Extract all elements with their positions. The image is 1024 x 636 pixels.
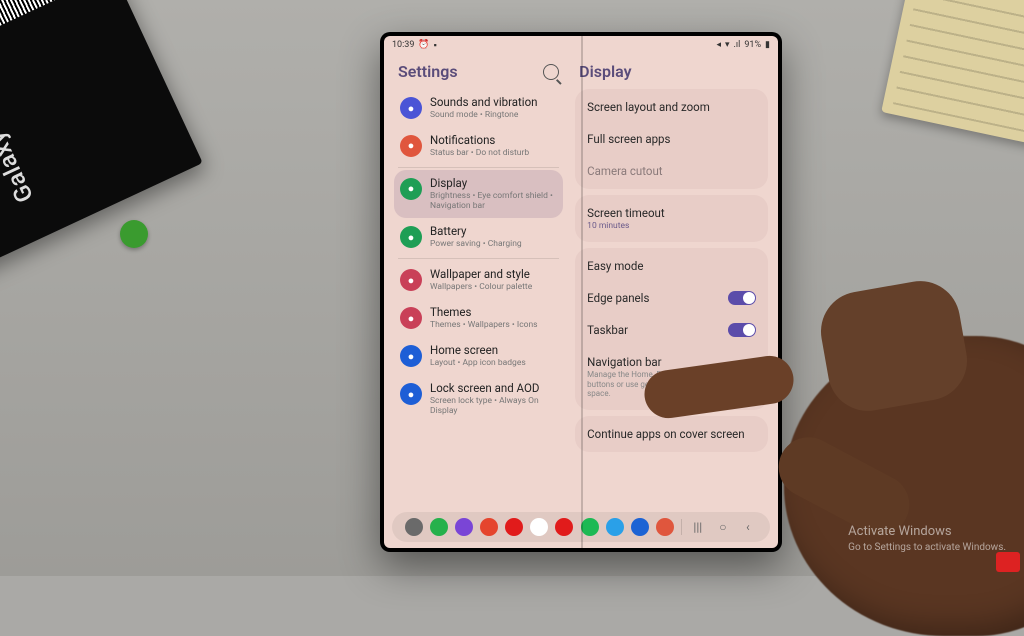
settings-item-home-screen[interactable]: ● Home screenLayout • App icon badges [394,337,563,375]
battery-icon: ● [400,226,422,248]
home-icon: ● [400,345,422,367]
settings-item-lock-screen-and-aod[interactable]: ● Lock screen and AODScreen lock type • A… [394,375,563,423]
settings-title: Settings [398,62,458,81]
status-time: 10:39 [392,40,414,50]
screen: 10:39 ⏰ ▪ ◂ ▾ .ıl 91% ▮ Settings ● Sounds… [384,36,778,548]
barcode [0,0,87,44]
row-edge-panels[interactable]: Edge panels [575,282,768,314]
status-bar: 10:39 ⏰ ▪ ◂ ▾ .ıl 91% ▮ [384,36,778,54]
wifi-icon: ▾ [725,40,730,50]
settings-item-title: Themes [430,306,538,320]
settings-item-subtitle: Brightness • Eye comfort shield • Naviga… [430,191,557,211]
corner-badge [996,552,1020,572]
dock-app-icon[interactable] [405,518,423,536]
nav-home[interactable]: ○ [714,520,732,534]
search-icon[interactable] [543,64,559,80]
settings-list-pane: Settings ● Sounds and vibrationSound mode… [384,54,569,512]
list-separator [398,167,559,168]
row-full-screen-apps[interactable]: Full screen apps [575,123,768,155]
settings-item-subtitle: Sound mode • Ringtone [430,110,538,120]
card-ui-options: Easy mode Edge panels Taskbar Navigation… [575,248,768,410]
signal-icon: .ıl [734,40,741,50]
taskbar-dock[interactable]: ||| ○ ‹ [392,512,770,542]
taskbar-toggle[interactable] [728,323,756,337]
nav-recents[interactable]: ||| [689,520,707,534]
edge-panels-toggle[interactable] [728,291,756,305]
list-separator [398,258,559,259]
card-continue-apps: Continue apps on cover screen [575,416,768,452]
settings-item-title: Display [430,177,557,191]
product-box-label: Galaxy Z Fold6 [0,45,39,207]
card-screen-timeout: Screen timeout 10 minutes [575,195,768,242]
card-screen-layout: Screen layout and zoom Full screen apps … [575,89,768,189]
display-settings-pane: Display Screen layout and zoom Full scre… [569,54,778,512]
dock-app-icon[interactable] [455,518,473,536]
settings-item-title: Lock screen and AOD [430,382,557,396]
row-screen-layout-zoom[interactable]: Screen layout and zoom [575,91,768,123]
settings-item-title: Battery [430,225,522,239]
row-navigation-bar[interactable]: Navigation bar Manage the Home, Back, an… [575,346,768,408]
dock-app-icon[interactable] [656,518,674,536]
settings-item-subtitle: Power saving • Charging [430,239,522,249]
dock-app-icon[interactable] [581,518,599,536]
dock-app-icon[interactable] [530,518,548,536]
settings-item-themes[interactable]: ● ThemesThemes • Wallpapers • Icons [394,299,563,337]
row-camera-cutout[interactable]: Camera cutout [575,155,768,187]
dock-separator [681,519,682,535]
settings-item-subtitle: Screen lock type • Always On Display [430,396,557,416]
dock-app-icon[interactable] [631,518,649,536]
display-title: Display [579,62,631,81]
sound-icon: ● [400,97,422,119]
settings-item-title: Notifications [430,134,529,148]
green-cap [120,220,148,248]
themes-icon: ● [400,307,422,329]
settings-item-subtitle: Layout • App icon badges [430,358,526,368]
tablet-device: 10:39 ⏰ ▪ ◂ ▾ .ıl 91% ▮ Settings ● Sounds… [380,32,782,552]
dock-app-icon[interactable] [480,518,498,536]
settings-item-display[interactable]: ● DisplayBrightness • Eye comfort shield … [394,170,563,218]
settings-item-subtitle: Themes • Wallpapers • Icons [430,320,538,330]
settings-item-title: Home screen [430,344,526,358]
dock-app-icon[interactable] [505,518,523,536]
dock-app-icon[interactable] [606,518,624,536]
dock-app-icon[interactable] [430,518,448,536]
settings-item-title: Wallpaper and style [430,268,532,282]
windows-watermark: Activate Windows Go to Settings to activ… [848,524,1006,554]
row-continue-apps-cover[interactable]: Continue apps on cover screen [575,418,768,450]
display-icon: ● [400,178,422,200]
status-icon: ⏰ [418,40,429,50]
battery-percent: 91% [744,40,761,50]
nav-back[interactable]: ‹ [739,520,757,534]
lock-icon: ● [400,383,422,405]
wallpaper-icon: ● [400,269,422,291]
battery-icon: ▮ [765,40,770,50]
network-icon: ◂ [716,40,721,50]
dock-app-icon[interactable] [555,518,573,536]
settings-item-wallpaper-and-style[interactable]: ● Wallpaper and styleWallpapers • Colour … [394,261,563,299]
row-screen-timeout[interactable]: Screen timeout 10 minutes [575,197,768,240]
notifications-icon: ● [400,135,422,157]
settings-item-subtitle: Wallpapers • Colour palette [430,282,532,292]
settings-item-notifications[interactable]: ● NotificationsStatus bar • Do not distur… [394,127,563,165]
settings-item-battery[interactable]: ● BatteryPower saving • Charging [394,218,563,256]
settings-item-subtitle: Status bar • Do not disturb [430,148,529,158]
settings-item-sounds-and-vibration[interactable]: ● Sounds and vibrationSound mode • Ringto… [394,89,563,127]
row-taskbar[interactable]: Taskbar [575,314,768,346]
status-icon: ▪ [434,40,437,51]
settings-item-title: Sounds and vibration [430,96,538,110]
row-easy-mode[interactable]: Easy mode [575,250,768,282]
